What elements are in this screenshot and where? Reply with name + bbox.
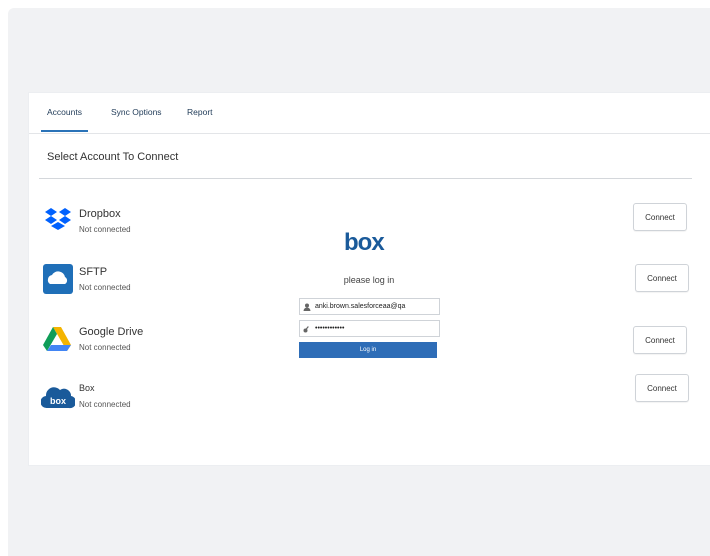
section-title: Select Account To Connect [47, 151, 179, 163]
account-status: Not connected [79, 343, 131, 352]
password-value: •••••••••••• [315, 325, 345, 332]
svg-text:box: box [50, 396, 66, 406]
login-prompt: please log in [343, 275, 395, 285]
key-icon [303, 325, 309, 332]
connect-google-drive-button[interactable]: Connect [633, 326, 687, 354]
tab-accounts[interactable]: Accounts [41, 107, 88, 132]
section-divider [39, 178, 692, 179]
tab-sync-options[interactable]: Sync Options [111, 107, 162, 117]
google-drive-icon [43, 327, 71, 351]
account-name: SFTP [79, 266, 108, 278]
tab-report[interactable]: Report [187, 107, 213, 117]
account-name: Dropbox [79, 208, 121, 220]
account-dropbox: Dropbox Not connected [41, 205, 261, 239]
account-status: Not connected [79, 283, 131, 292]
username-value: anki.brown.salesforceaa@qa [315, 303, 406, 310]
connect-sftp-button[interactable]: Connect [635, 264, 689, 292]
password-field[interactable]: •••••••••••• [299, 320, 440, 337]
account-box: box Box Not connected [41, 380, 261, 414]
tab-bar: Accounts Sync Options Report [29, 93, 710, 134]
account-name: Box [79, 383, 95, 393]
account-status: Not connected [79, 400, 131, 409]
connect-box-button[interactable]: Connect [635, 374, 689, 402]
login-button[interactable]: Log in [299, 342, 437, 358]
account-name: Google Drive [79, 326, 144, 338]
box-logo: box [344, 229, 385, 256]
username-field[interactable]: anki.brown.salesforceaa@qa [299, 298, 440, 315]
dropbox-icon [45, 208, 71, 230]
account-status: Not connected [79, 225, 131, 234]
account-sftp: SFTP Not connected [41, 263, 261, 297]
box-cloud-icon: box [41, 387, 75, 409]
user-icon [303, 303, 311, 311]
account-google-drive: Google Drive Not connected [41, 323, 261, 357]
connect-dropbox-button[interactable]: Connect [633, 203, 687, 231]
accounts-panel: Accounts Sync Options Report Select Acco… [29, 93, 710, 465]
sftp-cloud-icon [43, 264, 73, 294]
